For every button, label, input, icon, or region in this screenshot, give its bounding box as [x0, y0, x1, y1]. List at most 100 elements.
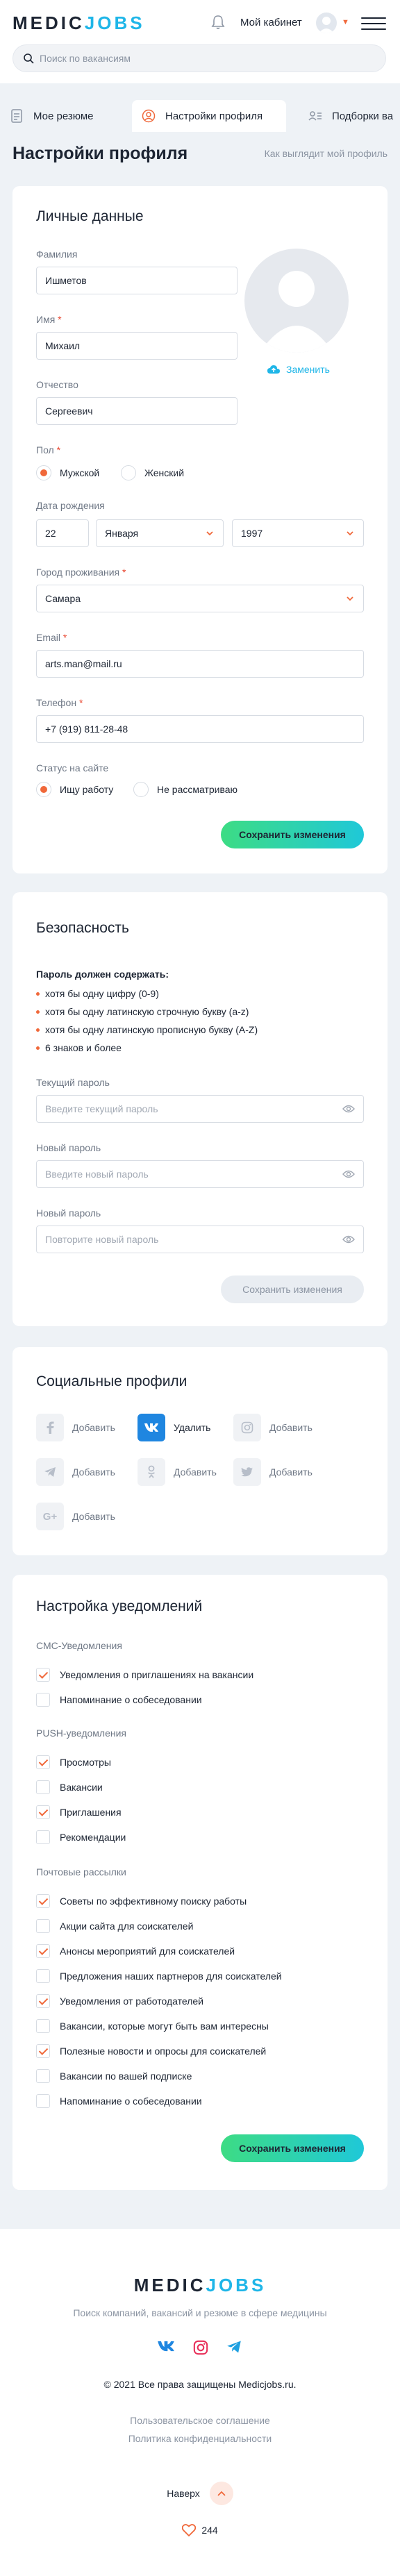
radio-dot [36, 465, 51, 480]
status-label: Статус на сайте [36, 762, 109, 773]
checkbox [36, 1755, 50, 1769]
radio-dot [36, 782, 51, 797]
user-circle-icon [142, 109, 156, 123]
radio-label: Ищу работу [60, 784, 114, 795]
checkbox-mail-interview[interactable]: Напоминание о собеседовании [36, 2094, 202, 2108]
checkbox-push-views[interactable]: Просмотры [36, 1755, 111, 1769]
tab-resume[interactable]: Мое резюме [0, 100, 129, 132]
social-action: Добавить [72, 1466, 115, 1478]
social-telegram[interactable]: Добавить [36, 1458, 115, 1486]
site-footer: MEDICJOBS Поиск компаний, вакансий и рез… [0, 2229, 400, 2576]
birth-month-select[interactable]: Января [96, 519, 224, 547]
checkbox-label: Вакансии по вашей подписке [60, 2071, 192, 2082]
site-logo[interactable]: MEDICJOBS [12, 12, 145, 34]
likes-counter[interactable]: 244 [0, 2524, 400, 2536]
save-notifications-button[interactable]: Сохранить изменения [221, 2134, 364, 2162]
social-vk[interactable]: Удалить [138, 1414, 210, 1441]
field-value: 22 [45, 528, 56, 539]
avatar[interactable] [316, 12, 337, 33]
scroll-up[interactable]: Наверх [0, 2482, 400, 2505]
middlename-field[interactable]: Сергеевич [36, 397, 238, 425]
checkbox-sms-interview[interactable]: Напоминание о собеседовании [36, 1693, 202, 1707]
save-security-button[interactable]: Сохранить изменения [221, 1276, 364, 1303]
eye-icon[interactable] [342, 1169, 355, 1179]
profile-photo[interactable] [244, 249, 349, 353]
password-rules-title: Пароль должен содержать: [36, 969, 169, 980]
save-personal-button[interactable]: Сохранить изменения [221, 821, 364, 848]
tab-profile-settings[interactable]: Настройки профиля [132, 100, 286, 132]
social-instagram[interactable]: Добавить [233, 1414, 312, 1441]
birth-year-select[interactable]: 1997 [232, 519, 364, 547]
lastname-field[interactable]: Ишметов [36, 267, 238, 294]
checkbox-push-invitations[interactable]: Приглашения [36, 1805, 122, 1819]
checkbox [36, 1894, 50, 1908]
phone-field[interactable]: +7 (919) 811-28-48 [36, 715, 364, 743]
social-google-plus[interactable]: G+ Добавить [36, 1503, 115, 1530]
menu-icon[interactable] [361, 17, 386, 34]
current-password-label: Текущий пароль [36, 1077, 110, 1088]
bell-icon[interactable] [210, 14, 226, 31]
eye-icon[interactable] [342, 1104, 355, 1114]
social-odnoklassniki[interactable]: Добавить [138, 1458, 217, 1486]
telegram-icon[interactable] [226, 2340, 242, 2354]
checkbox-mail-partners[interactable]: Предложения наших партнеров для соискате… [36, 1969, 282, 1983]
checkbox-push-vacancies[interactable]: Вакансии [36, 1780, 103, 1794]
checkbox-mail-events[interactable]: Анонсы мероприятий для соискателей [36, 1944, 235, 1958]
replace-photo-link[interactable]: Заменить [267, 364, 330, 375]
checkbox-label: Напоминание о собеседовании [60, 2096, 202, 2107]
city-select[interactable]: Самара [36, 585, 364, 612]
chevron-down-icon [206, 531, 213, 536]
checkbox-push-recommendations[interactable]: Рекомендации [36, 1830, 126, 1844]
instagram-icon[interactable] [193, 2340, 208, 2355]
my-cabinet-link[interactable]: Мой кабинет [240, 17, 302, 28]
chevron-down-icon[interactable]: ▼ [342, 18, 349, 26]
checkbox-sms-invitations[interactable]: Уведомления о приглашениях на вакансии [36, 1668, 253, 1682]
view-profile-link[interactable]: Как выглядит мой профиль [265, 148, 388, 159]
status-not-looking-radio[interactable]: Не рассматриваю [133, 782, 238, 797]
current-password-field[interactable]: Введите текущий пароль [36, 1095, 364, 1123]
gender-male-radio[interactable]: Мужской [36, 465, 99, 480]
checkbox-mail-promos[interactable]: Акции сайта для соискателей [36, 1919, 193, 1933]
status-looking-radio[interactable]: Ищу работу [36, 782, 113, 797]
social-twitter[interactable]: Добавить [233, 1458, 312, 1486]
checkbox-mail-tips[interactable]: Советы по эффективному поиску работы [36, 1894, 247, 1908]
privacy-link[interactable]: Политика конфиденциальности [0, 2433, 400, 2444]
tab-label: Мое резюме [33, 110, 94, 122]
new-password-field[interactable]: Введите новый пароль [36, 1160, 364, 1188]
agreement-link[interactable]: Пользовательское соглашение [0, 2415, 400, 2426]
search-input[interactable] [40, 45, 373, 72]
security-card: Безопасность Пароль должен содержать: хо… [12, 892, 388, 1326]
checkbox-mail-subscription[interactable]: Вакансии по вашей подписке [36, 2069, 192, 2083]
new-password-label: Новый пароль [36, 1142, 101, 1153]
field-placeholder: Введите новый пароль [45, 1169, 149, 1180]
checkbox-mail-news[interactable]: Полезные новости и опросы для соискателе… [36, 2044, 266, 2058]
tab-label: Подборки ва [332, 110, 394, 122]
repeat-password-field[interactable]: Повторите новый пароль [36, 1226, 364, 1253]
vk-icon[interactable] [157, 2340, 175, 2352]
likes-count: 244 [201, 2525, 218, 2536]
gender-female-radio[interactable]: Женский [121, 465, 184, 480]
checkbox-mail-interesting[interactable]: Вакансии, которые могут быть вам интерес… [36, 2019, 269, 2033]
field-placeholder: Введите текущий пароль [45, 1103, 158, 1114]
profile-tabs: Мое резюме Настройки профиля Подборки ва [0, 97, 400, 133]
chevron-up-icon[interactable] [209, 2482, 233, 2505]
tab-label: Настройки профиля [165, 110, 263, 122]
footer-logo[interactable]: MEDICJOBS [0, 2275, 400, 2296]
checkbox-label: Акции сайта для соискателей [60, 1921, 194, 1932]
footer-social [157, 2340, 242, 2355]
radio-label: Не рассматриваю [157, 784, 238, 795]
cloud-upload-icon [267, 365, 280, 374]
checkbox-label: Вакансии [60, 1782, 103, 1793]
page-title: Настройки профиля [12, 144, 188, 163]
checkbox [36, 2044, 50, 2058]
field-value: Сергеевич [45, 405, 93, 417]
checkbox-mail-employers[interactable]: Уведомления от работодателей [36, 1994, 203, 2008]
field-placeholder: Повторите новый пароль [45, 1234, 159, 1245]
social-facebook[interactable]: Добавить [36, 1414, 115, 1441]
firstname-field[interactable]: Михаил [36, 332, 238, 360]
birth-day-field[interactable]: 22 [36, 519, 89, 547]
email-field[interactable]: arts.man@mail.ru [36, 650, 364, 678]
tab-collections[interactable]: Подборки ва [299, 100, 400, 132]
replace-photo-label: Заменить [286, 364, 330, 375]
eye-icon[interactable] [342, 1235, 355, 1244]
